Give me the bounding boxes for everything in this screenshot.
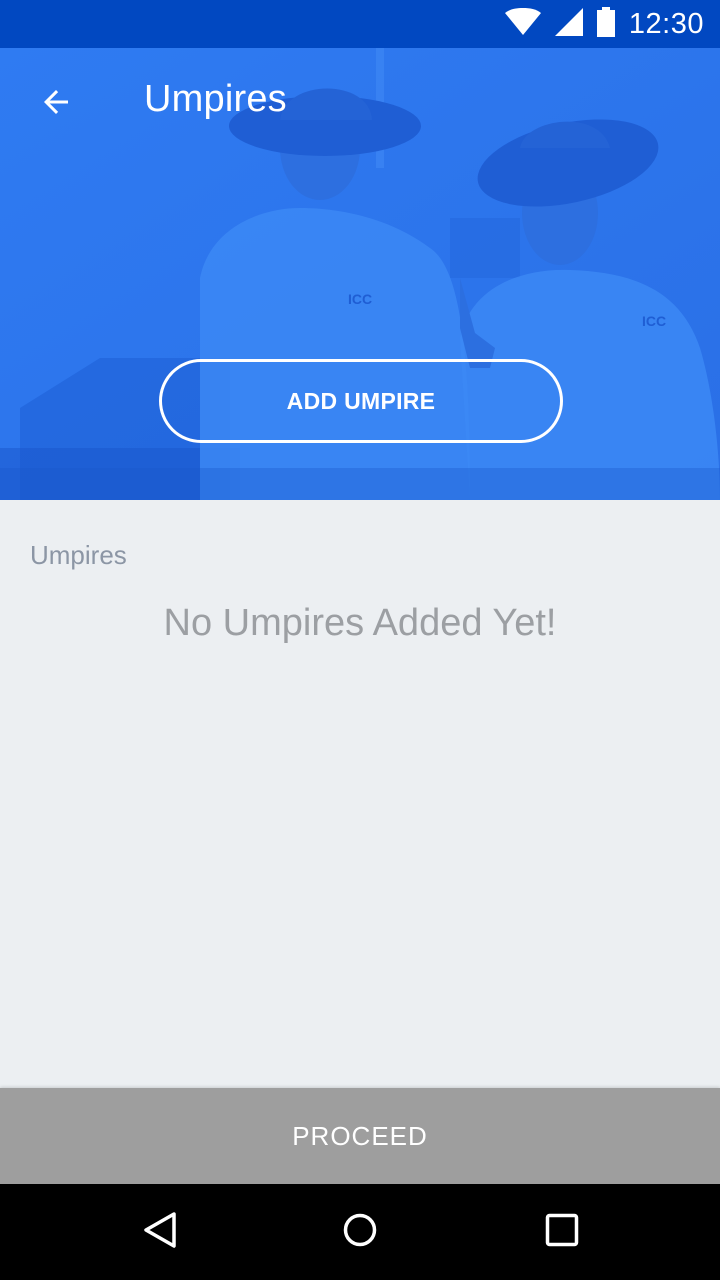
- add-umpire-button[interactable]: ADD UMPIRE: [159, 359, 563, 443]
- umpires-screen: 12:30 ICC ICC Umpires ADD UMPIRE Umpires…: [0, 0, 720, 1280]
- svg-text:ICC: ICC: [642, 313, 666, 329]
- empty-state-message: No Umpires Added Yet!: [163, 602, 557, 644]
- recents-square-icon: [545, 1213, 579, 1251]
- section-label: Umpires: [30, 540, 127, 570]
- battery-icon: [596, 7, 615, 41]
- toolbar: Umpires: [0, 48, 720, 160]
- home-circle-icon: [342, 1212, 378, 1252]
- status-bar: 12:30: [0, 0, 720, 48]
- page-title: Umpires: [144, 78, 287, 120]
- nav-home-button[interactable]: [328, 1200, 392, 1264]
- proceed-button[interactable]: PROCEED: [0, 1088, 720, 1184]
- nav-back-button[interactable]: [128, 1200, 192, 1264]
- arrow-back-icon: [38, 84, 74, 124]
- cell-signal-icon: [554, 8, 583, 40]
- status-time: 12:30: [628, 7, 704, 40]
- status-icons: 12:30: [504, 0, 704, 48]
- header-banner: ICC ICC Umpires ADD UMPIRE: [0, 48, 720, 500]
- wifi-icon: [504, 8, 541, 40]
- system-nav-bar: [0, 1184, 720, 1280]
- svg-text:ICC: ICC: [348, 291, 372, 307]
- nav-recents-button[interactable]: [530, 1200, 594, 1264]
- back-triangle-icon: [142, 1210, 178, 1254]
- back-button[interactable]: [24, 72, 88, 136]
